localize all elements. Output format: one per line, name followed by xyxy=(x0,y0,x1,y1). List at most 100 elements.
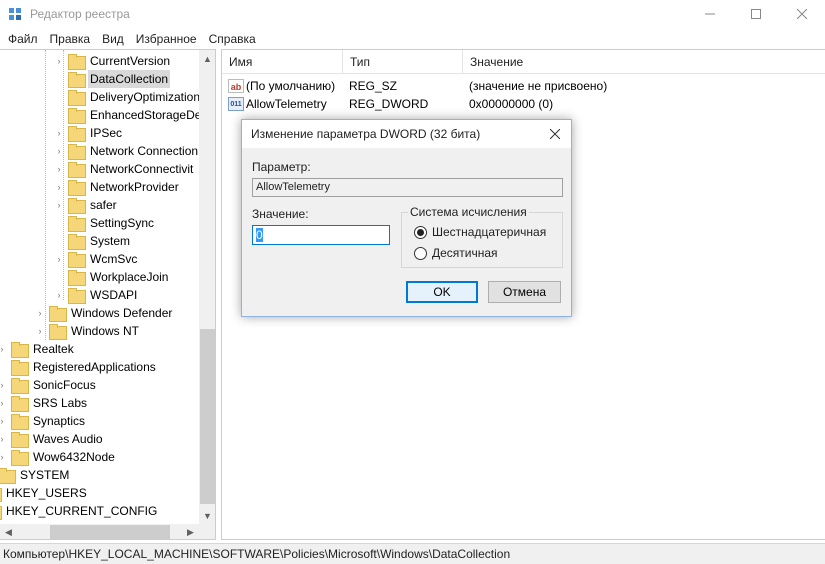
tree-item[interactable]: › Windows Defender xyxy=(35,304,174,322)
tree-item[interactable]: › safer xyxy=(54,196,119,214)
radio-hexadecimal-label: Шестнадцатеричная xyxy=(432,225,547,239)
tree-horizontal-scrollbar[interactable]: ◀ ▶ xyxy=(0,524,199,539)
folder-icon xyxy=(68,288,86,304)
tree-item[interactable]: EnhancedStorageDe xyxy=(54,106,203,124)
tree-item[interactable]: System xyxy=(54,232,132,250)
scroll-left-arrow-icon[interactable]: ◀ xyxy=(0,524,17,539)
column-header-name[interactable]: Имя xyxy=(222,50,343,74)
menu-view[interactable]: Вид xyxy=(96,29,130,49)
tree-vertical-scrollbar[interactable]: ▲ ▼ xyxy=(199,50,215,524)
chevron-right-icon[interactable]: › xyxy=(35,322,45,340)
value-name: AllowTelemetry xyxy=(246,97,327,111)
tree-item[interactable]: › NetworkConnectivit xyxy=(54,160,195,178)
list-item[interactable]: 011 AllowTelemetry REG_DWORD 0x00000000 … xyxy=(222,95,825,113)
tree-item[interactable]: SettingSync xyxy=(54,214,156,232)
chevron-right-icon[interactable]: › xyxy=(54,52,64,70)
value-type: REG_DWORD xyxy=(349,97,429,111)
chevron-right-icon[interactable]: › xyxy=(54,250,64,268)
chevron-right-icon[interactable]: › xyxy=(0,412,7,430)
menu-favorites[interactable]: Избранное xyxy=(130,29,203,49)
tree-item-label: RegisteredApplications xyxy=(33,360,156,374)
folder-icon xyxy=(11,378,29,394)
tree-item-label: safer xyxy=(90,198,117,212)
tree-item[interactable]: › WcmSvc xyxy=(54,250,139,268)
folder-icon xyxy=(11,432,29,448)
maximize-button[interactable] xyxy=(733,0,779,28)
registry-editor-window: Редактор реестра Файл Правка Вид Избранн… xyxy=(0,0,825,564)
scroll-right-arrow-icon[interactable]: ▶ xyxy=(182,524,199,539)
window-title: Редактор реестра xyxy=(30,7,130,21)
list-item[interactable]: ab (По умолчанию) REG_SZ (значение не пр… xyxy=(222,77,825,95)
column-header-type[interactable]: Тип xyxy=(343,50,463,74)
chevron-right-icon[interactable]: › xyxy=(54,160,64,178)
tree-item-label: NetworkConnectivit xyxy=(90,162,194,176)
tree-item[interactable]: › WSDAPI xyxy=(54,286,139,304)
scroll-up-arrow-icon[interactable]: ▲ xyxy=(199,50,215,67)
chevron-right-icon[interactable]: › xyxy=(54,286,64,304)
folder-icon xyxy=(68,198,86,214)
tree-item[interactable]: › Waves Audio xyxy=(0,430,105,448)
column-header-value[interactable]: Значение xyxy=(463,50,825,74)
tree-item-label: EnhancedStorageDe xyxy=(90,108,202,122)
chevron-right-icon[interactable]: › xyxy=(0,448,7,466)
chevron-right-icon[interactable]: › xyxy=(35,304,45,322)
tree-item[interactable]: DataCollection xyxy=(54,70,171,88)
menu-help[interactable]: Справка xyxy=(203,29,262,49)
title-bar: Редактор реестра xyxy=(0,0,825,28)
folder-icon xyxy=(68,54,86,70)
chevron-right-icon[interactable]: › xyxy=(0,340,7,358)
tree-item[interactable]: DeliveryOptimization xyxy=(54,88,202,106)
cancel-button[interactable]: Отмена xyxy=(488,281,561,303)
tree-item[interactable]: › Synaptics xyxy=(0,412,87,430)
scroll-down-arrow-icon[interactable]: ▼ xyxy=(199,507,215,524)
tree-item[interactable]: ›SYSTEM xyxy=(0,466,71,484)
tree-item-label: Synaptics xyxy=(33,414,86,428)
folder-icon xyxy=(68,72,86,88)
chevron-right-icon[interactable]: › xyxy=(0,430,7,448)
radio-hexadecimal[interactable]: Шестнадцатеричная xyxy=(414,224,546,240)
tree-item[interactable]: RegisteredApplications xyxy=(0,358,158,376)
tree-item[interactable]: › Wow6432Node xyxy=(0,448,117,466)
folder-icon xyxy=(68,252,86,268)
tree-item-label: HKEY_USERS xyxy=(6,486,87,500)
dialog-close-button[interactable] xyxy=(540,120,570,148)
tree-item[interactable]: ›HKEY_USERS xyxy=(0,484,89,502)
folder-icon xyxy=(68,90,86,106)
radio-decimal[interactable]: Десятичная xyxy=(414,245,498,261)
menu-edit[interactable]: Правка xyxy=(44,29,97,49)
tree-item[interactable]: › Realtek xyxy=(0,340,76,358)
tree-item[interactable]: › NetworkProvider xyxy=(54,178,181,196)
tree-guide-line xyxy=(45,50,46,340)
chevron-right-icon[interactable]: › xyxy=(0,394,7,412)
horizontal-scroll-thumb[interactable] xyxy=(50,525,170,539)
minimize-button[interactable] xyxy=(687,0,733,28)
tree-item[interactable]: ›HKEY_CURRENT_CONFIG xyxy=(0,502,159,520)
radio-checked-icon xyxy=(414,225,427,239)
vertical-scroll-thumb[interactable] xyxy=(200,329,215,504)
ok-button[interactable]: OK xyxy=(406,281,478,303)
tree-item[interactable]: › SonicFocus xyxy=(0,376,98,394)
tree-item-label: DeliveryOptimization xyxy=(90,90,201,104)
chevron-right-icon[interactable]: › xyxy=(0,376,7,394)
tree-item[interactable]: WorkplaceJoin xyxy=(54,268,170,286)
tree-item[interactable]: › Network Connection xyxy=(54,142,200,160)
chevron-right-icon[interactable]: › xyxy=(54,124,64,142)
tree-item[interactable]: › IPSec xyxy=(54,124,124,142)
tree-item[interactable]: › SRS Labs xyxy=(0,394,89,412)
parameter-name-field: AllowTelemetry xyxy=(252,178,563,197)
value-input[interactable]: 0 xyxy=(252,225,390,245)
close-button[interactable] xyxy=(779,0,825,28)
chevron-right-icon[interactable]: › xyxy=(54,178,64,196)
chevron-right-icon[interactable]: › xyxy=(54,142,64,160)
tree-item-label: HKEY_CURRENT_CONFIG xyxy=(6,504,158,518)
menu-file[interactable]: Файл xyxy=(2,29,44,49)
tree-item[interactable]: › CurrentVersion xyxy=(54,52,172,70)
chevron-right-icon[interactable]: › xyxy=(54,196,64,214)
radio-unchecked-icon xyxy=(414,246,427,260)
tree-item[interactable]: › Windows NT xyxy=(35,322,141,340)
tree-item-label: WSDAPI xyxy=(90,288,138,302)
tree-pane[interactable]: › CurrentVersion DataCollection DeliveryOpt… xyxy=(0,49,216,540)
